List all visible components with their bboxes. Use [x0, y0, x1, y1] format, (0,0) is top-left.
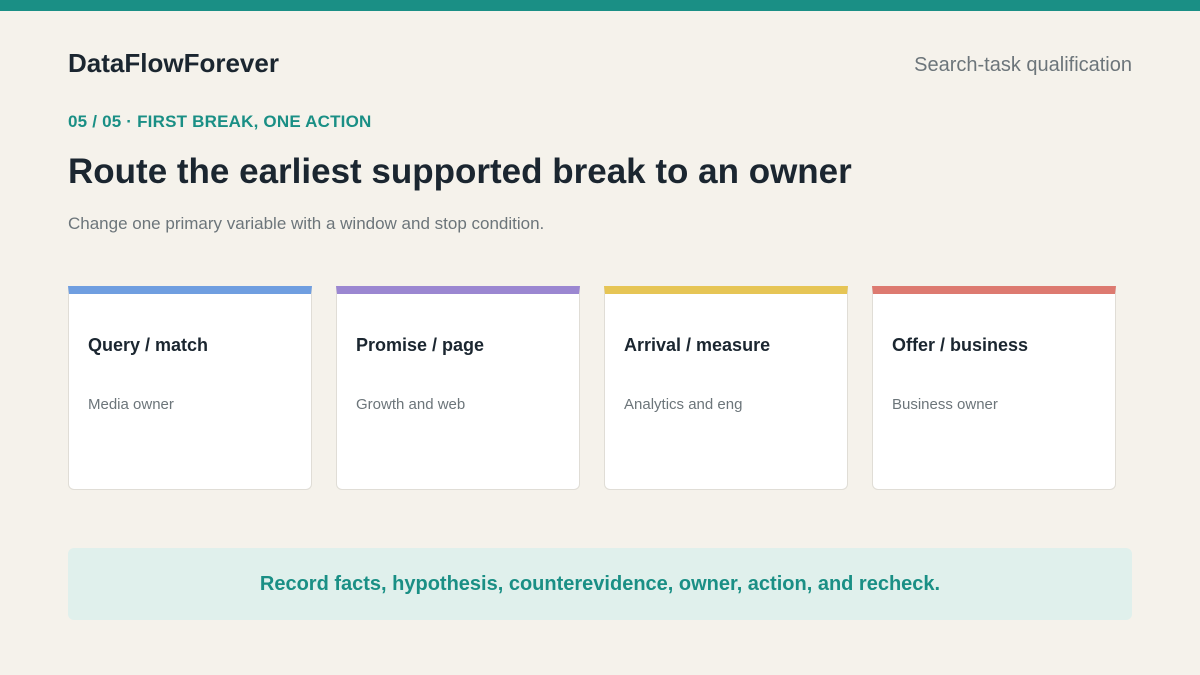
card-query-match: Query / match Media owner: [68, 286, 312, 490]
slide-title: Route the earliest supported break to an…: [68, 152, 852, 191]
card-owner: Growth and web: [356, 396, 466, 413]
card-promise-page: Promise / page Growth and web: [336, 286, 580, 490]
card-owner: Media owner: [88, 396, 174, 413]
callout-banner: Record facts, hypothesis, counterevidenc…: [68, 548, 1132, 620]
owner-cards: Query / match Media owner Promise / page…: [68, 286, 1116, 490]
deck-context-label: Search-task qualification: [914, 54, 1132, 76]
top-accent-bar: [0, 0, 1200, 11]
card-owner: Business owner: [892, 396, 998, 413]
slide-subtitle: Change one primary variable with a windo…: [68, 214, 545, 233]
card-arrival-measure: Arrival / measure Analytics and eng: [604, 286, 848, 490]
card-title: Offer / business: [892, 335, 1029, 355]
card-title: Query / match: [88, 335, 209, 355]
slide-kicker: 05 / 05 · FIRST BREAK, ONE ACTION: [68, 112, 372, 131]
card-title: Promise / page: [356, 335, 485, 355]
callout-text: Record facts, hypothesis, counterevidenc…: [259, 573, 941, 595]
card-title: Arrival / measure: [624, 335, 771, 355]
brand-name: DataFlowForever: [68, 48, 279, 78]
card-owner: Analytics and eng: [624, 396, 743, 413]
card-offer-business: Offer / business Business owner: [872, 286, 1116, 490]
